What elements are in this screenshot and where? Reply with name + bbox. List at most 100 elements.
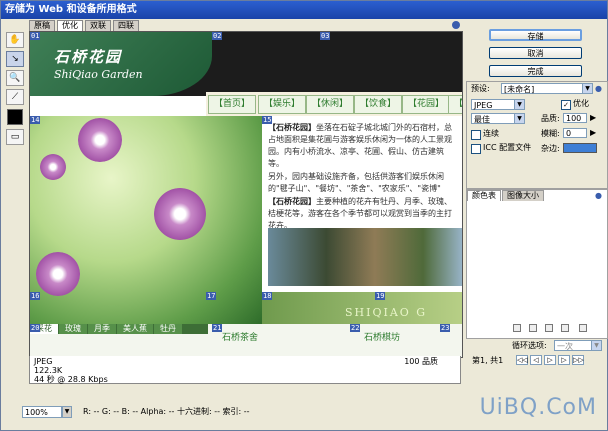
intro-title-2: 【石桥花园】: [268, 197, 316, 206]
next-frame-icon[interactable]: ▷: [558, 355, 570, 365]
frame-counter: 第1, 共1: [472, 356, 504, 365]
info-size: 122.3K: [34, 366, 63, 375]
tab-color-table[interactable]: 颜色表: [467, 190, 501, 201]
strip-logo: SHIQIAO G: [345, 306, 428, 319]
matte-label: 杂边:: [541, 144, 560, 153]
info-quality: 100 品质: [404, 357, 438, 366]
view-menu-icon[interactable]: [452, 21, 460, 29]
zoom-select[interactable]: 100%: [22, 406, 62, 418]
flower-decor: [40, 154, 66, 180]
eyedropper-color-swatch[interactable]: [7, 109, 23, 125]
zoom-icon[interactable]: 🔍: [6, 70, 24, 86]
nav-home: 【首页】: [208, 95, 257, 114]
intro-title-1: 【石桥花园】: [268, 123, 316, 132]
loop-value: 一次: [557, 342, 573, 351]
loop-label: 循环选项:: [512, 341, 547, 350]
chevron-down-icon: ▼: [514, 114, 524, 123]
progressive-label: 连续: [483, 129, 499, 138]
toggle-slices-icon[interactable]: ▭: [6, 129, 24, 145]
nav-garden: 【花园】: [402, 95, 451, 114]
flower-decor: [154, 188, 206, 240]
watermark-logo: UiBQ.CoM: [479, 395, 597, 420]
lock-color-icon[interactable]: [529, 324, 537, 332]
slice-number: 14: [30, 116, 41, 124]
play-icon[interactable]: ▷: [544, 355, 556, 365]
color-table-panel: 颜色表 图像大小 ●: [466, 189, 608, 339]
preset-select[interactable]: [未命名] ▼: [501, 83, 593, 94]
blur-arrow-icon[interactable]: ▶: [590, 128, 596, 138]
first-frame-icon[interactable]: ◁◁: [516, 355, 528, 365]
view-tabs: 原稿 优化 双联 四联: [29, 20, 141, 31]
add-color-icon[interactable]: [561, 324, 569, 332]
last-frame-icon[interactable]: ▷▷: [572, 355, 584, 365]
web-snap-icon[interactable]: [513, 324, 521, 332]
toolbox: ✋ ↘ 🔍 ⟋ ▭: [4, 31, 24, 145]
nav-leisure: 【休闲】: [306, 95, 355, 114]
site-logo-en: ShiQiao Garden: [54, 68, 143, 81]
chevron-down-icon: ▼: [591, 341, 601, 350]
slice-number: 19: [375, 292, 386, 300]
info-download-time: 44 秒 @ 28.8 Kbps: [34, 375, 108, 384]
cancel-button[interactable]: 取消: [489, 47, 582, 59]
info-format: JPEG: [34, 357, 53, 366]
settings-panel: 存储 取消 完成 预设: [未命名] ▼ ● JPEG ▼ ✓ 优化 最佳 ▼ …: [464, 21, 608, 411]
preview-canvas[interactable]: 石桥花园 ShiQiao Garden 【首页】 【娱乐】 【休闲】 【饮食】 …: [29, 31, 463, 358]
intro-paragraph-2: 另外，园内基础设施齐备，包括供游客们娱乐休闲的"毽子山"、"餐坊"、"茶舍"、"…: [268, 172, 444, 193]
trash-icon[interactable]: [579, 324, 587, 332]
nav-more: 【】: [448, 95, 462, 114]
settings-menu-icon[interactable]: ●: [595, 84, 602, 94]
done-button[interactable]: 完成: [489, 65, 582, 77]
tab-original[interactable]: 原稿: [29, 20, 55, 31]
window-title: 存储为 Web 和设备所用格式: [1, 1, 607, 19]
slice-number: 03: [320, 32, 331, 40]
preset-value: [未命名]: [504, 85, 535, 94]
slice-number: 18: [262, 292, 273, 300]
preset-label: 预设:: [471, 84, 490, 93]
subtab-canna: 美人蕉: [117, 324, 153, 334]
optimization-info: JPEG 122.3K 44 秒 @ 28.8 Kbps 100 品质: [29, 356, 461, 384]
blur-input[interactable]: 0: [563, 128, 587, 138]
tab-2up[interactable]: 双联: [85, 20, 111, 31]
prev-frame-icon[interactable]: ◁: [530, 355, 542, 365]
flower-photo: [30, 116, 262, 324]
icc-profile-checkbox[interactable]: [471, 144, 481, 154]
slice-number: 15: [262, 116, 273, 124]
tab-4up[interactable]: 四联: [113, 20, 139, 31]
quality-preset-select[interactable]: 最佳 ▼: [471, 113, 525, 124]
new-color-icon[interactable]: [545, 324, 553, 332]
slice-select-icon[interactable]: ↘: [6, 51, 24, 67]
garden-photo-strip: [268, 228, 462, 286]
save-button[interactable]: 存储: [489, 29, 582, 41]
loop-select[interactable]: 一次 ▼: [554, 340, 602, 351]
format-select[interactable]: JPEG ▼: [471, 99, 525, 110]
format-value: JPEG: [474, 101, 493, 110]
chevron-down-icon[interactable]: ▼: [62, 406, 72, 418]
slice-number: 17: [206, 292, 217, 300]
flower-decor: [36, 252, 80, 296]
optimize-settings-group: 预设: [未命名] ▼ ● JPEG ▼ ✓ 优化 最佳 ▼ 品质: 100 ▶…: [466, 81, 608, 189]
eyedropper-icon[interactable]: ⟋: [6, 89, 24, 105]
tab-image-size[interactable]: 图像大小: [502, 190, 544, 201]
quality-arrow-icon[interactable]: ▶: [590, 113, 596, 123]
tab-optimized[interactable]: 优化: [57, 20, 83, 31]
flower-subtabs: 采花 玫瑰 月季 美人蕉 牡丹: [30, 324, 208, 334]
matte-color-swatch[interactable]: [563, 143, 597, 153]
panel-menu-icon[interactable]: ●: [595, 191, 602, 201]
subtab-yueji: 月季: [88, 324, 116, 334]
chessroom-title: 石桥棋坊: [364, 333, 401, 343]
flower-decor: [78, 118, 122, 162]
quality-input[interactable]: 100: [563, 113, 587, 123]
slice-number: 02: [212, 32, 223, 40]
slice-number: 21: [212, 324, 223, 332]
optimize-checkbox[interactable]: ✓: [561, 100, 571, 110]
blur-label: 模糊:: [541, 129, 560, 138]
intro-text: 【石桥花园】坐落在石碇子城北城门外的石宿村，总占地面积是集花圃与游客娱乐休闲为一…: [262, 116, 462, 228]
color-readout: R: -- G: -- B: -- Alpha: -- 十六进制: -- 索引:…: [83, 407, 250, 416]
hand-icon[interactable]: ✋: [6, 32, 24, 48]
slice-number: 16: [30, 292, 41, 300]
progressive-checkbox[interactable]: [471, 130, 481, 140]
slice-number: 01: [30, 32, 41, 40]
icc-profile-label: ICC 配置文件: [483, 143, 532, 152]
site-logo-cn: 石桥花园: [54, 48, 123, 66]
animation-controls: 第1, 共1 ◁◁ ◁ ▷ ▷ ▷▷: [464, 355, 608, 367]
